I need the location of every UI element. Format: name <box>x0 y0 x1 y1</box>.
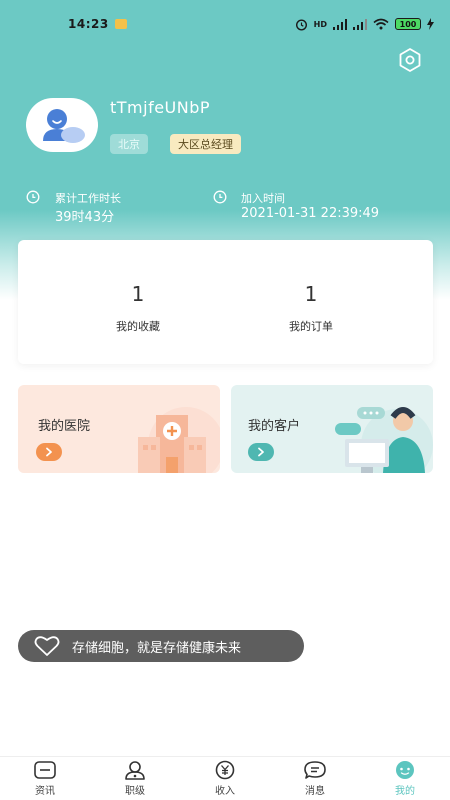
settings-hexagon-icon <box>399 48 421 72</box>
arrow-right-icon <box>248 443 274 461</box>
join-time-value: 2021-01-31 22:39:49 <box>241 206 380 221</box>
toast-text: 存储细胞，就是存储健康未来 <box>72 640 242 656</box>
nav-label-news: 资讯 <box>35 786 55 797</box>
status-bar: 14:23 HD 100 <box>0 0 450 48</box>
join-time-label: 加入时间 <box>241 192 285 205</box>
income-icon <box>215 760 235 780</box>
charging-icon <box>427 18 434 30</box>
my-customers-card[interactable]: 我的客户 <box>231 385 433 473</box>
notification-icon <box>114 19 127 29</box>
toast-message: 存储细胞，就是存储健康未来 <box>18 630 304 662</box>
username: tTmjfeUNbP <box>110 98 211 117</box>
nav-item-messages[interactable]: 消息 <box>270 757 360 800</box>
user-avatar-icon <box>43 109 85 143</box>
role-badge: 大区总经理 <box>170 134 241 154</box>
nav-item-rank[interactable]: 职级 <box>90 757 180 800</box>
customer-service-icon <box>335 407 433 473</box>
counts-card: 1 我的收藏 1 我的订单 <box>18 240 433 364</box>
orders-label: 我的订单 <box>289 320 333 333</box>
status-time: 14:23 <box>68 17 109 31</box>
my-hospital-card[interactable]: 我的医院 <box>18 385 220 473</box>
nav-item-profile[interactable]: 我的 <box>360 757 450 800</box>
orders-item[interactable]: 1 我的订单 <box>231 240 391 364</box>
status-icons: HD 100 <box>295 18 434 31</box>
rank-icon <box>125 761 145 780</box>
settings-button[interactable] <box>396 46 424 74</box>
nav-label-rank: 职级 <box>125 786 145 797</box>
message-icon <box>304 761 326 779</box>
nav-item-news[interactable]: 资讯 <box>0 757 90 800</box>
nav-label-income: 收入 <box>215 786 235 797</box>
orders-count: 1 <box>304 282 318 306</box>
clock-icon <box>213 190 227 204</box>
signal-icon <box>333 18 347 30</box>
nav-item-income[interactable]: 收入 <box>180 757 270 800</box>
news-icon <box>34 761 56 779</box>
my-hospital-title: 我的医院 <box>38 419 91 434</box>
battery-icon: 100 <box>395 18 421 30</box>
clock-icon <box>26 190 40 204</box>
work-time-label: 累计工作时长 <box>55 192 121 205</box>
hd-label: HD <box>313 19 327 29</box>
favorites-label: 我的收藏 <box>116 320 160 333</box>
arrow-right-icon <box>36 443 62 461</box>
alarm-icon <box>295 18 307 31</box>
nav-label-messages: 消息 <box>305 786 325 797</box>
favorites-item[interactable]: 1 我的收藏 <box>58 240 218 364</box>
my-customers-title: 我的客户 <box>248 419 301 434</box>
heart-icon <box>34 636 60 656</box>
signal-icon-2 <box>353 18 367 30</box>
city-badge: 北京 <box>110 134 148 154</box>
avatar[interactable] <box>26 98 98 152</box>
wifi-icon <box>373 18 389 30</box>
hospital-building-icon <box>138 407 220 473</box>
profile-icon <box>396 761 414 779</box>
nav-label-profile: 我的 <box>395 786 415 797</box>
bottom-nav: 资讯 职级 收入 消息 我的 <box>0 756 450 800</box>
work-time-value: 39时43分 <box>55 210 115 225</box>
favorites-count: 1 <box>131 282 145 306</box>
